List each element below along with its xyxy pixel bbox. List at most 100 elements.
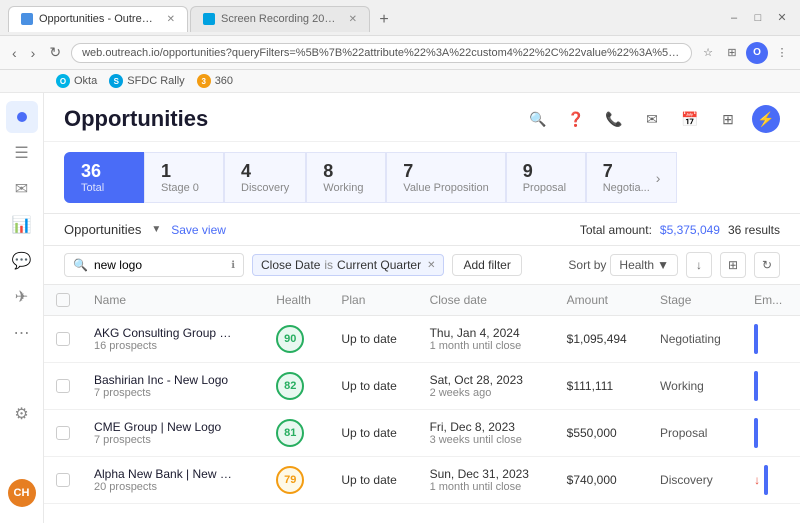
row2-name-cell: Bashirian Inc - New Logo 7 prospects [82, 363, 264, 410]
help-icon[interactable]: ❓ [562, 105, 590, 133]
maximize-button[interactable]: □ [748, 8, 768, 28]
bookmark-360[interactable]: 3 360 [197, 74, 233, 88]
row4-down-arrow-icon: ↓ [754, 473, 760, 487]
sidebar-mail[interactable]: ✉ [6, 173, 38, 205]
bookmark-okta[interactable]: O Okta [56, 74, 97, 88]
settings-icon[interactable]: ⋮ [772, 43, 792, 63]
grid-icon[interactable]: ⊞ [714, 105, 742, 133]
sidebar-send[interactable]: ✈ [6, 281, 38, 313]
scroll-right-icon[interactable]: › [656, 170, 661, 186]
stage-negotiating[interactable]: 7 Negotia... › [586, 152, 678, 203]
save-view-button[interactable]: Save view [171, 223, 226, 237]
sidebar-chart[interactable]: 📊 [6, 209, 38, 241]
stage-vp-count: 7 [403, 161, 488, 182]
row1-name[interactable]: AKG Consulting Group | ... [94, 326, 234, 340]
calendar-icon[interactable]: 📅 [676, 105, 704, 133]
bookmark-sfdc[interactable]: S SFDC Rally [109, 74, 184, 88]
reload-button[interactable]: ↻ [45, 42, 65, 63]
search-clear-icon[interactable]: ℹ [231, 260, 235, 271]
email-icon[interactable]: ✉ [638, 105, 666, 133]
row4-name[interactable]: Alpha New Bank | New L... [94, 467, 234, 481]
stage-total[interactable]: 36 Total [64, 152, 144, 203]
add-filter-button[interactable]: Add filter [452, 254, 521, 276]
stage-vp-label: Value Proposition [403, 182, 488, 194]
forward-button[interactable]: › [27, 43, 40, 63]
row2-em-cell [742, 363, 800, 410]
app-container: ☰ ✉ 📊 💬 ✈ ⋯ ⚙ CH Opportunities 🔍 ❓ 📞 ✉ 📅… [0, 93, 800, 523]
close-button[interactable]: ✕ [772, 8, 792, 28]
main-content: Opportunities 🔍 ❓ 📞 ✉ 📅 ⊞ ⚡ 36 Total 1 S… [44, 93, 800, 523]
row3-checkbox[interactable] [56, 426, 70, 440]
row2-name[interactable]: Bashirian Inc - New Logo [94, 373, 234, 387]
sidebar-list[interactable]: ☰ [6, 137, 38, 169]
row1-checkbox-cell [44, 316, 82, 363]
tab-opportunities[interactable]: Opportunities - Outreach ✕ [8, 6, 188, 32]
dropdown-icon[interactable]: ▼ [151, 224, 161, 235]
refresh-button[interactable]: ↻ [754, 252, 780, 278]
total-amount-label: Total amount: [580, 223, 652, 237]
bolt-icon[interactable]: ⚡ [752, 105, 780, 133]
col-close-date: Close date [418, 285, 555, 316]
stage-proposal[interactable]: 9 Proposal [506, 152, 586, 203]
stage-0-count: 1 [161, 161, 207, 182]
phone-icon[interactable]: 📞 [600, 105, 628, 133]
row2-date-main: Sat, Oct 28, 2023 [430, 373, 543, 387]
address-bar[interactable]: web.outreach.io/opportunities?queryFilte… [71, 43, 692, 63]
row4-em-cell: ↓ [742, 457, 800, 504]
stage-proposal-count: 9 [523, 161, 569, 182]
row1-checkbox[interactable] [56, 332, 70, 346]
profile-icon[interactable]: O [746, 42, 768, 64]
row2-checkbox[interactable] [56, 379, 70, 393]
sidebar-more[interactable]: ⋯ [6, 317, 38, 349]
sidebar-avatar[interactable]: CH [8, 479, 36, 507]
stage-stage0[interactable]: 1 Stage 0 [144, 152, 224, 203]
back-button[interactable]: ‹ [8, 43, 21, 63]
chip-label: Close Date [261, 258, 320, 272]
stage-proposal-label: Proposal [523, 182, 569, 194]
row2-plan-cell: Up to date [329, 363, 417, 410]
stage-total-label: Total [81, 182, 127, 194]
chip-value: Current Quarter [337, 258, 421, 272]
sort-direction-button[interactable]: ↓ [686, 252, 712, 278]
sidebar-settings[interactable]: ⚙ [6, 398, 38, 430]
search-icon[interactable]: 🔍 [524, 105, 552, 133]
new-tab-button[interactable]: + [372, 8, 396, 32]
row1-date-main: Thu, Jan 4, 2024 [430, 326, 543, 340]
sidebar-home[interactable] [6, 101, 38, 133]
sort-select[interactable]: Health ▼ [610, 254, 678, 276]
bookmark-icon[interactable]: ☆ [698, 43, 718, 63]
stage-value-prop[interactable]: 7 Value Proposition [386, 152, 505, 203]
row4-prospects: 20 prospects [94, 481, 252, 493]
select-all-checkbox[interactable] [56, 293, 70, 307]
stage-working-label: Working [323, 182, 369, 194]
tab-screen-recording[interactable]: Screen Recording 2023-11-1... ✕ [190, 6, 370, 32]
sidebar-chat[interactable]: 💬 [6, 245, 38, 277]
sidebar: ☰ ✉ 📊 💬 ✈ ⋯ ⚙ CH [0, 93, 44, 523]
row3-date-cell: Fri, Dec 8, 2023 3 weeks until close [418, 410, 555, 457]
page-title: Opportunities [64, 106, 208, 132]
row2-amount: $111,111 [567, 379, 614, 393]
tab-close-1[interactable]: ✕ [167, 14, 175, 25]
row4-amount-cell: $740,000 [555, 457, 648, 504]
row1-health-cell: 90 [264, 316, 329, 363]
chip-close-button[interactable]: ✕ [427, 260, 435, 271]
stage-working[interactable]: 8 Working [306, 152, 386, 203]
table-row: Bashirian Inc - New Logo 7 prospects 82 … [44, 363, 800, 410]
row2-amount-cell: $111,111 [555, 363, 648, 410]
row4-checkbox[interactable] [56, 473, 70, 487]
stage-discovery[interactable]: 4 Discovery [224, 152, 306, 203]
view-toggle-button[interactable]: ⊞ [720, 252, 746, 278]
bookmark-okta-label: Okta [74, 75, 97, 87]
row3-name[interactable]: CME Group | New Logo [94, 420, 234, 434]
stage-total-count: 36 [81, 161, 127, 182]
tab-close-2[interactable]: ✕ [349, 14, 357, 25]
row1-prospects: 16 prospects [94, 340, 252, 352]
extensions-icon[interactable]: ⊞ [722, 43, 742, 63]
topbar: Opportunities 🔍 ❓ 📞 ✉ 📅 ⊞ ⚡ [44, 93, 800, 142]
row2-plan: Up to date [341, 379, 396, 393]
search-input[interactable] [94, 258, 225, 272]
bookmark-sfdc-label: SFDC Rally [127, 75, 184, 87]
row3-em-cell [742, 410, 800, 457]
minimize-button[interactable]: – [724, 8, 744, 28]
row4-date-cell: Sun, Dec 31, 2023 1 month until close [418, 457, 555, 504]
